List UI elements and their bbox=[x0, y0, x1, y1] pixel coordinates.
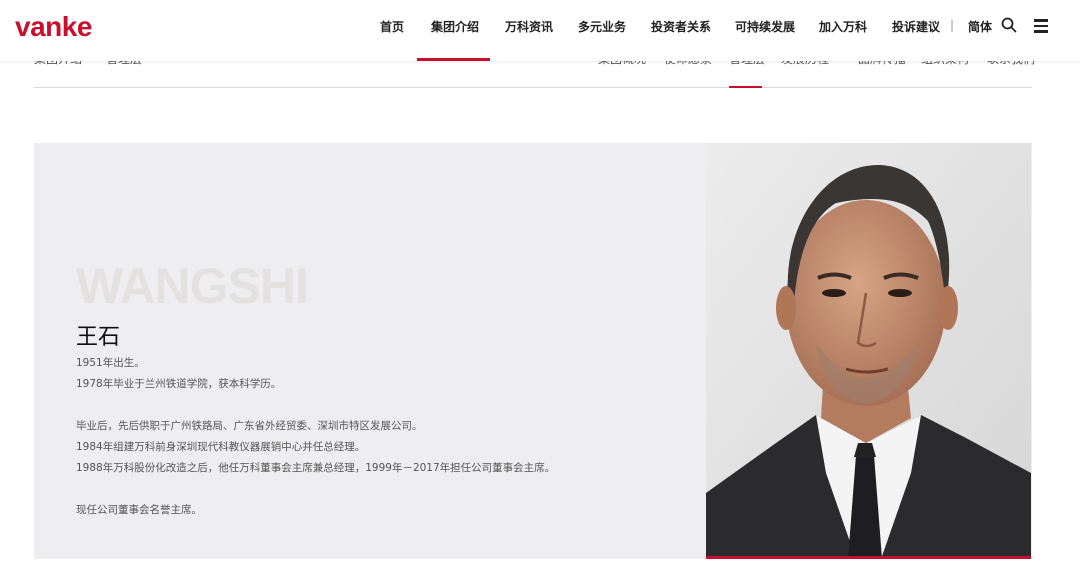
hamburger-menu-icon[interactable] bbox=[1034, 19, 1048, 33]
portrait-accent-bar bbox=[706, 556, 1031, 559]
subnav-active-indicator bbox=[729, 86, 762, 88]
vanke-logo[interactable]: vanke bbox=[15, 11, 92, 43]
search-icon[interactable] bbox=[1001, 17, 1017, 33]
bio-line: 现任公司董事会名誉主席。 bbox=[76, 504, 202, 516]
site-header: vanke 首页 集团介绍 万科资讯 多元业务 投资者关系 可持续发展 加入万科… bbox=[0, 0, 1080, 61]
nav-item-news[interactable]: 万科资讯 bbox=[505, 18, 553, 35]
profile-bio: 1951年出生。 1978年毕业于兰州铁道学院，获本科学历。 毕业后，先后供职于… bbox=[76, 353, 676, 521]
nav-item-sustainability[interactable]: 可持续发展 bbox=[735, 18, 795, 35]
profile-name-watermark: WANGSHI bbox=[76, 258, 309, 314]
language-switch[interactable]: 简体 bbox=[968, 18, 992, 35]
nav-item-investors[interactable]: 投资者关系 bbox=[651, 18, 711, 35]
nav-item-complaints[interactable]: 投诉建议 bbox=[892, 18, 940, 35]
bio-line: 1988年万科股份化改造之后，他任万科董事会主席兼总经理，1999年－2017年… bbox=[76, 462, 556, 474]
subnav-divider bbox=[34, 87, 1032, 88]
bio-line: 1984年组建万科前身深圳现代科教仪器展销中心并任总经理。 bbox=[76, 441, 366, 453]
profile-name: 王石 bbox=[76, 325, 121, 350]
nav-separator: | bbox=[950, 18, 955, 32]
nav-item-business[interactable]: 多元业务 bbox=[578, 18, 626, 35]
bio-line: 1978年毕业于兰州铁道学院，获本科学历。 bbox=[76, 378, 282, 390]
nav-item-careers[interactable]: 加入万科 bbox=[819, 18, 867, 35]
bio-line: 1951年出生。 bbox=[76, 357, 145, 369]
nav-item-home[interactable]: 首页 bbox=[380, 18, 404, 35]
bio-line: 毕业后，先后供职于广州铁路局、广东省外经贸委、深圳市特区发展公司。 bbox=[76, 420, 423, 432]
nav-active-indicator bbox=[417, 58, 490, 61]
profile-portrait bbox=[706, 143, 1031, 559]
nav-item-group-intro[interactable]: 集团介绍 bbox=[431, 18, 479, 35]
